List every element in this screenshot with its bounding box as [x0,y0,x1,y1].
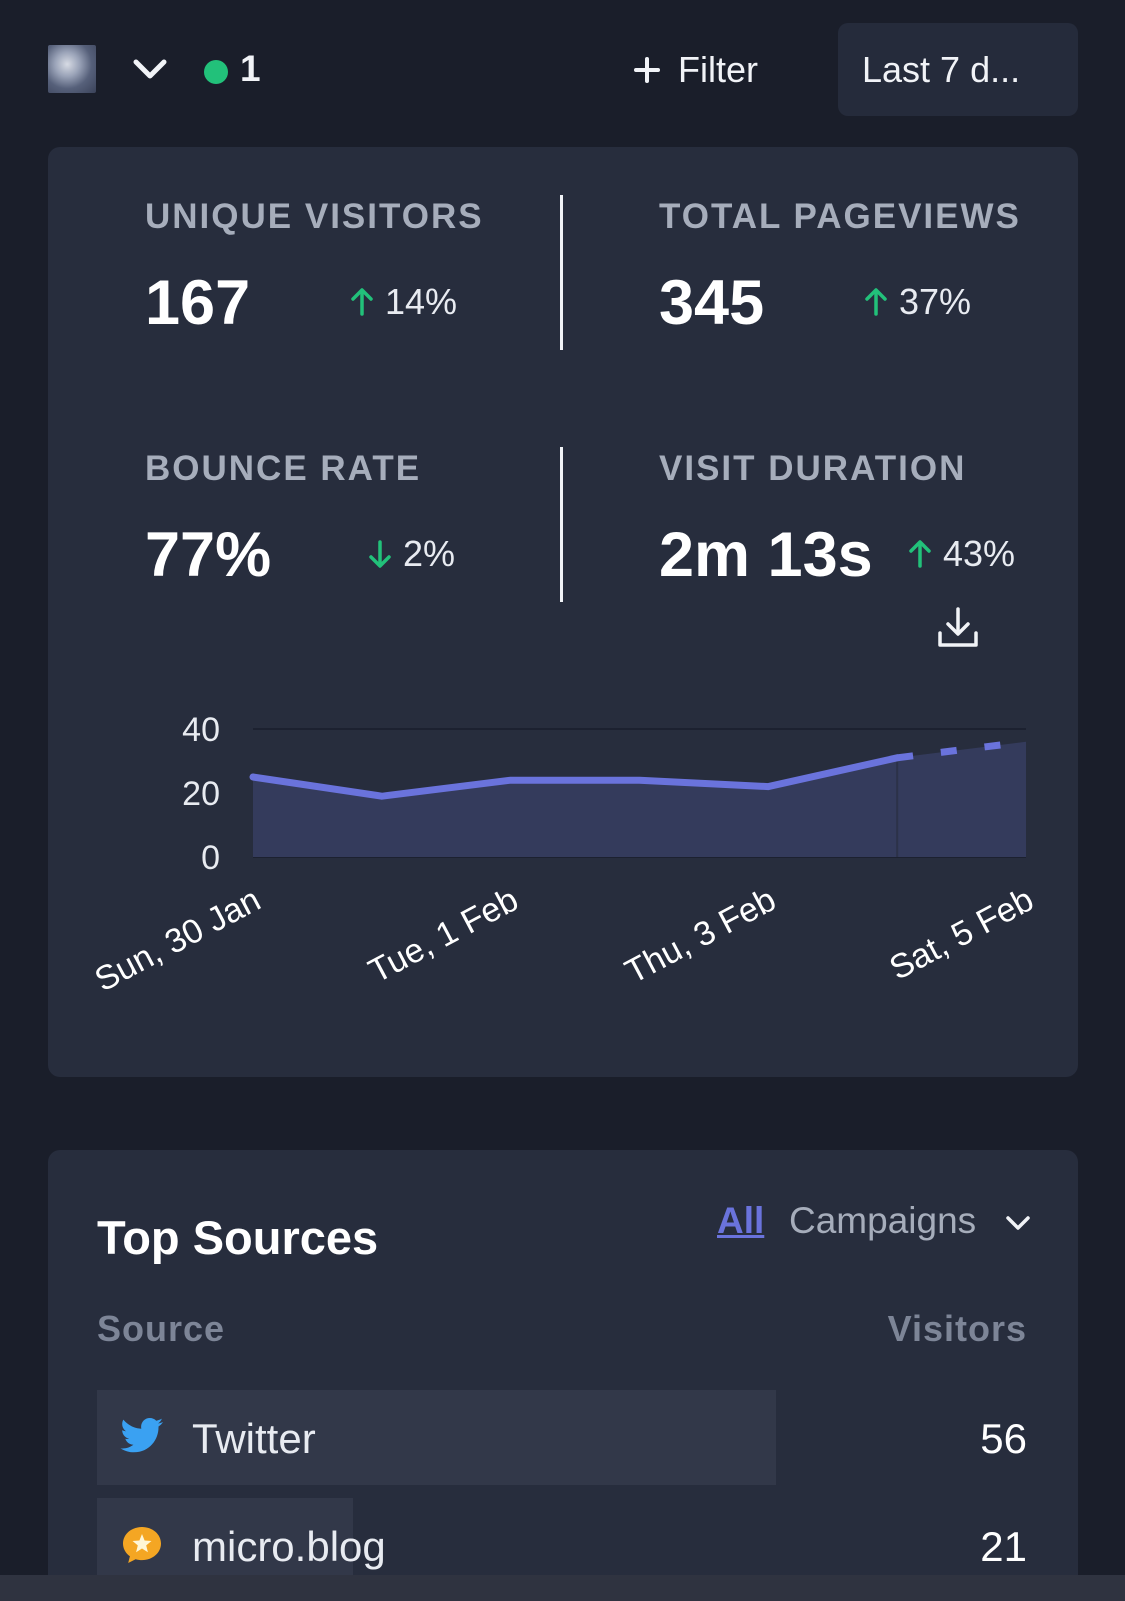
source-label: Twitter [192,1415,316,1462]
y-tick-label: 0 [201,839,220,877]
column-header-visitors: Visitors [887,1308,1027,1349]
bottom-toolbar [0,1575,1125,1601]
x-tick-label: Sun, 30 Jan [89,881,267,1000]
source-row-twitter[interactable]: Twitter 56 [97,1390,1027,1485]
filter-label: Filter [678,49,758,90]
microblog-icon [123,1527,161,1563]
sources-title: Top Sources [97,1211,379,1264]
realtime-visitor-count[interactable]: 1 [240,48,261,90]
chevron-down-icon[interactable] [1003,1208,1033,1238]
twitter-bird-icon [120,1418,163,1453]
source-visitors: 56 [980,1415,1027,1462]
period-picker-button[interactable]: Last 7 d... [838,23,1078,116]
site-switcher-button[interactable] [128,50,172,90]
source-label: micro.blog [192,1523,386,1570]
status-dot-icon [204,60,228,84]
tab-campaigns[interactable]: Campaigns [789,1200,976,1242]
stats-card: UNIQUE VISITORS 167 14% TOTAL PAGEVIEWS … [48,147,1078,1077]
plus-icon [634,57,660,83]
column-header-source: Source [97,1308,226,1349]
visitors-chart[interactable]: 40 20 0 Sun, 30 Jan Tue, 1 Feb Thu, 3 Feb Sat,… [48,147,1078,1077]
x-tick-label: Thu, 3 Feb [619,881,782,992]
x-tick-label: Tue, 1 Feb [363,881,525,991]
y-tick-label: 20 [182,775,220,813]
chevron-down-icon [133,59,167,79]
site-favicon-icon[interactable] [48,45,96,93]
source-visitors: 21 [980,1523,1027,1570]
top-bar: 1 Filter Last 7 d... [0,0,1125,140]
x-tick-label: Sat, 5 Feb [883,881,1039,988]
y-tick-label: 40 [182,711,220,749]
add-filter-button[interactable]: Filter [632,42,758,98]
top-sources-card: Top Sources All Campaigns Source Visitor… [48,1150,1078,1601]
tab-all[interactable]: All [717,1200,764,1242]
